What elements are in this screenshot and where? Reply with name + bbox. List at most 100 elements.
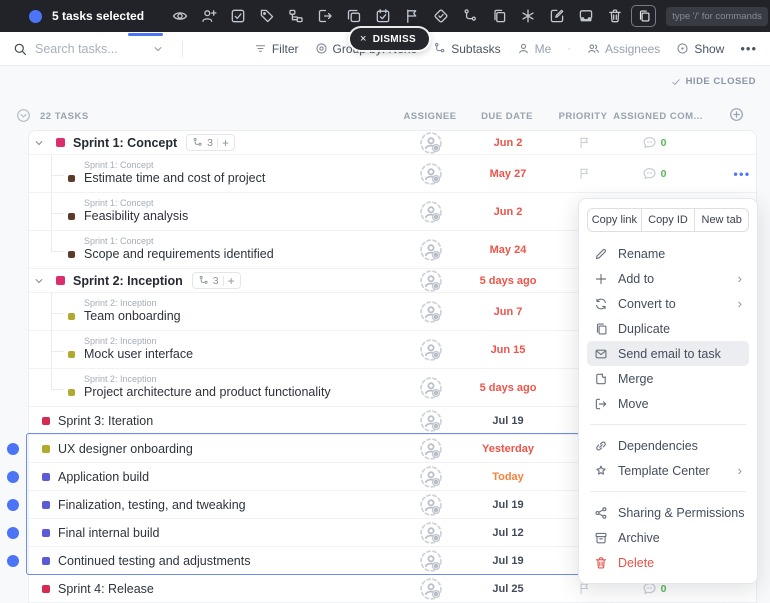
comments-cell[interactable]: 0 <box>637 155 671 192</box>
dismiss-button[interactable]: × DISMISS <box>350 28 429 50</box>
task-title[interactable]: Sprint 4: Release <box>58 582 154 596</box>
flag-icon[interactable] <box>404 8 420 24</box>
eye-icon[interactable] <box>172 8 188 24</box>
chevron-down-icon[interactable] <box>152 43 164 55</box>
task-title[interactable]: Team onboarding <box>84 309 181 325</box>
status-square[interactable] <box>42 473 50 481</box>
menu-item-archive[interactable]: Archive <box>587 525 749 550</box>
copy-selected-icon[interactable] <box>631 5 656 27</box>
priority-flag-icon[interactable] <box>576 155 592 192</box>
hide-closed-toggle[interactable]: HIDE CLOSED <box>671 76 756 87</box>
subtask-count-badge[interactable]: 3+ <box>192 272 241 289</box>
task-title[interactable]: Scope and requirements identified <box>84 247 274 263</box>
add-assignee-icon[interactable] <box>201 8 217 24</box>
priority-flag-icon[interactable] <box>576 131 592 154</box>
column-header-assignee[interactable]: ASSIGNEE <box>390 111 470 122</box>
subtask-icon[interactable] <box>462 8 478 24</box>
assignee-cell[interactable] <box>420 155 442 192</box>
subtask-count-badge[interactable]: 3+ <box>186 134 235 151</box>
task-title[interactable]: Final internal build <box>58 526 159 540</box>
assignee-cell[interactable] <box>420 231 442 268</box>
menu-item-move[interactable]: Move <box>587 391 749 416</box>
edit-icon[interactable] <box>549 8 565 24</box>
assignee-cell[interactable] <box>420 519 442 546</box>
section-title[interactable]: Sprint 1: Concept <box>73 136 177 150</box>
menu-item-sharing-permissions[interactable]: Sharing & Permissions <box>587 500 749 525</box>
task-title[interactable]: Mock user interface <box>84 347 193 363</box>
status-square[interactable] <box>68 251 75 258</box>
due-date-cell[interactable]: Jul 19 <box>466 547 550 574</box>
due-date-cell[interactable]: Jul 12 <box>466 519 550 546</box>
due-date-cell[interactable]: Today <box>466 463 550 490</box>
status-square[interactable] <box>68 313 75 320</box>
assignee-cell[interactable] <box>420 193 442 230</box>
due-date-cell[interactable]: Jul 25 <box>466 575 550 602</box>
assignee-cell[interactable] <box>420 331 442 368</box>
status-square[interactable] <box>42 501 50 509</box>
assignee-cell[interactable] <box>420 575 442 602</box>
status-square[interactable] <box>42 529 50 537</box>
task-title[interactable]: Continued testing and adjustments <box>58 554 251 568</box>
add-subtask-icon[interactable]: + <box>228 275 235 287</box>
filterbar-filter[interactable]: Filter <box>254 42 299 56</box>
row-ellipsis-menu[interactable]: ••• <box>729 155 755 192</box>
menu-item-template-center[interactable]: Template Center› <box>587 458 749 483</box>
filterbar-show[interactable]: Show <box>676 42 724 56</box>
comments-cell[interactable]: 0 <box>637 131 671 154</box>
status-square[interactable] <box>56 276 65 285</box>
status-square[interactable] <box>42 557 50 565</box>
task-title[interactable]: Project architecture and product functio… <box>84 385 331 401</box>
task-title[interactable]: Application build <box>58 470 149 484</box>
inbox-icon[interactable] <box>578 8 594 24</box>
filterbar-[interactable]: ••• <box>740 41 757 56</box>
assignee-cell[interactable] <box>420 547 442 574</box>
trash-icon[interactable] <box>607 8 623 24</box>
add-column-icon[interactable] <box>729 107 744 122</box>
due-date-cell[interactable]: Jun 2 <box>466 193 550 230</box>
menu-item-rename[interactable]: Rename <box>587 241 749 266</box>
due-date-cell[interactable]: 5 days ago <box>466 269 550 292</box>
menu-item-send-email-to-task[interactable]: Send email to task <box>587 341 749 366</box>
menu-item-dependencies[interactable]: Dependencies <box>587 433 749 458</box>
task-row[interactable]: Sprint 1: ConceptEstimate time and cost … <box>29 155 756 193</box>
filterbar-assignees[interactable]: Assignees <box>587 42 660 56</box>
due-date-cell[interactable]: May 27 <box>466 155 550 192</box>
status-square[interactable] <box>68 389 75 396</box>
due-date-cell[interactable]: Jul 19 <box>466 407 550 434</box>
task-title[interactable]: Feasibility analysis <box>84 209 188 225</box>
task-title[interactable]: UX designer onboarding <box>58 442 193 456</box>
column-header-assigned-comments[interactable]: ASSIGNED COM... <box>608 111 708 122</box>
menu-item-convert-to[interactable]: Convert to› <box>587 291 749 316</box>
status-square[interactable] <box>42 445 50 453</box>
menu-button-copy-link[interactable]: Copy link <box>587 208 642 232</box>
task-row[interactable]: Sprint 1: Concept3+Jun 20 <box>29 131 756 155</box>
command-input[interactable]: type '/' for commands <box>666 7 768 26</box>
add-subtask-icon[interactable]: + <box>222 137 229 149</box>
menu-item-merge[interactable]: Merge <box>587 366 749 391</box>
sprint-icon[interactable] <box>520 8 536 24</box>
status-square[interactable] <box>68 175 75 182</box>
status-square[interactable] <box>68 213 75 220</box>
move-out-icon[interactable] <box>317 8 333 24</box>
task-title[interactable]: Estimate time and cost of project <box>84 171 265 187</box>
assignee-cell[interactable] <box>420 407 442 434</box>
filterbar-subtasks[interactable]: Subtasks <box>433 42 500 56</box>
due-date-cell[interactable]: Jun 15 <box>466 331 550 368</box>
due-date-cell[interactable]: May 24 <box>466 231 550 268</box>
menu-button-copy-id[interactable]: Copy ID <box>641 208 696 232</box>
assignee-cell[interactable] <box>420 369 442 406</box>
search-input[interactable]: Search tasks... <box>13 42 164 56</box>
assignee-cell[interactable] <box>420 435 442 462</box>
assignee-cell[interactable] <box>420 491 442 518</box>
due-date-cell[interactable]: Jul 19 <box>466 491 550 518</box>
checklist-icon[interactable] <box>230 8 246 24</box>
due-date-cell[interactable]: 5 days ago <box>466 369 550 406</box>
status-square[interactable] <box>68 351 75 358</box>
duplicate-icon[interactable] <box>491 8 507 24</box>
assignee-cell[interactable] <box>420 293 442 330</box>
status-square[interactable] <box>42 585 50 593</box>
menu-item-delete[interactable]: Delete <box>587 550 749 575</box>
assignee-cell[interactable] <box>420 463 442 490</box>
tag-icon[interactable] <box>259 8 275 24</box>
assignee-cell[interactable] <box>420 131 442 154</box>
